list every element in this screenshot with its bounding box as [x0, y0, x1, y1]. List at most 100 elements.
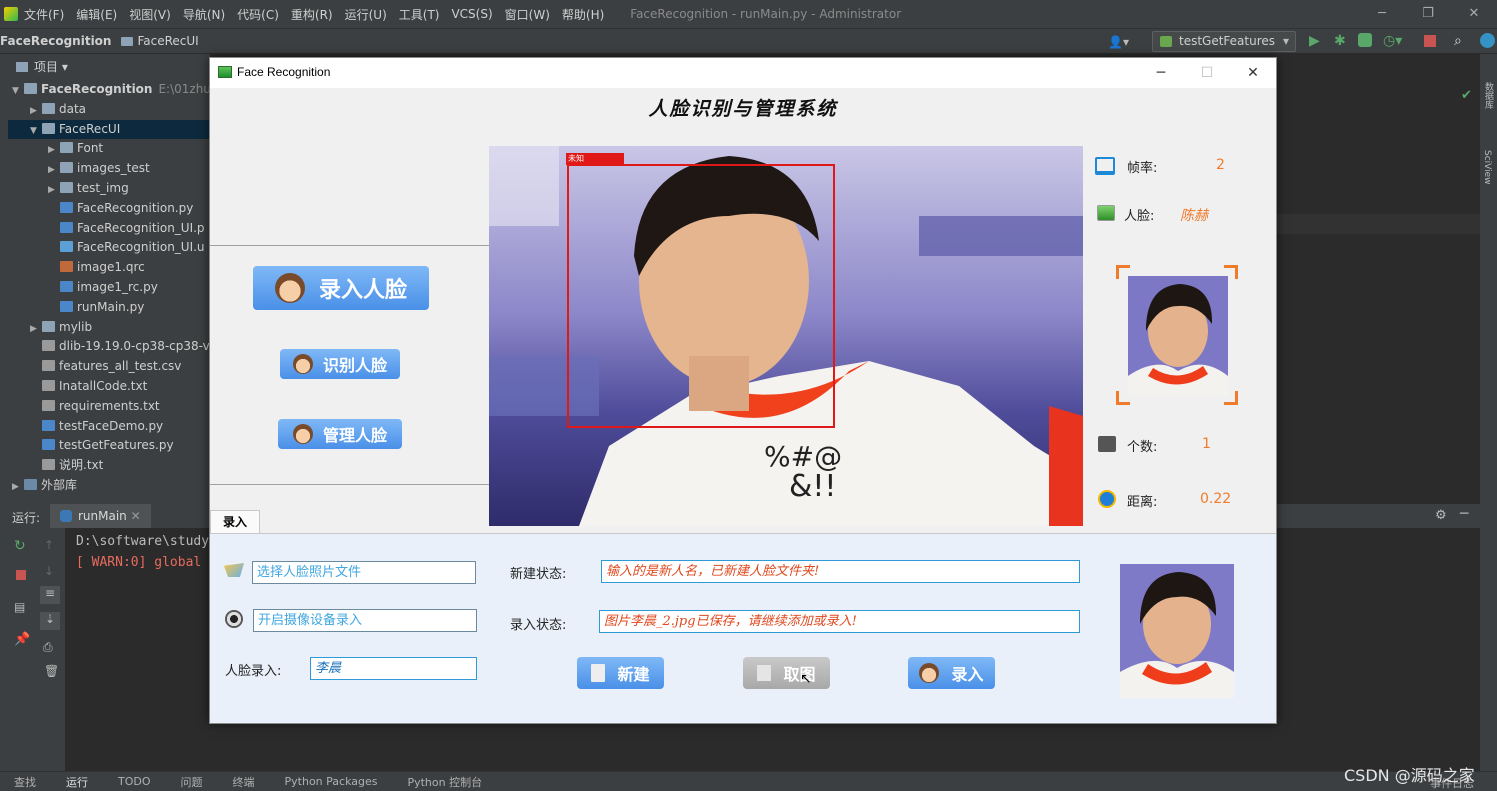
tree-item[interactable]: ▶ mylib [8, 318, 210, 338]
status-todo[interactable]: TODO [118, 775, 151, 788]
close-tab-icon[interactable]: ✕ [131, 509, 141, 523]
minimize-icon[interactable]: ─ [1359, 0, 1405, 28]
app-maximize-icon[interactable]: ☐ [1184, 58, 1230, 88]
run-tab[interactable]: runMain ✕ [50, 504, 151, 528]
tree-item-label: mylib [59, 319, 93, 334]
status-terminal[interactable]: 终端 [233, 774, 255, 790]
soft-wrap-icon[interactable]: ≡ [40, 586, 60, 604]
hide-panel-icon[interactable]: ─ [1460, 506, 1468, 522]
menu-file[interactable]: 文件(F) [24, 6, 64, 23]
menu-refactor[interactable]: 重构(R) [291, 6, 333, 23]
pin-icon[interactable]: 📌 [14, 632, 30, 647]
name-enroll-input[interactable]: 李晨 [310, 657, 477, 680]
menu-code[interactable]: 代码(C) [237, 6, 279, 23]
database-tab[interactable]: 数据库 [1482, 82, 1495, 109]
check-icon: ✔ [1461, 88, 1472, 103]
tree-item[interactable]: ▶ 外部库 [8, 476, 210, 496]
run-config-select[interactable]: testGetFeatures ▾ [1152, 31, 1296, 52]
print-icon[interactable]: ⎙ [43, 640, 53, 655]
fps-label: 帧率: [1127, 161, 1158, 176]
stop-run-icon[interactable] [16, 570, 26, 580]
status-problems[interactable]: 问题 [181, 774, 203, 790]
layout-icon[interactable]: ▤ [14, 600, 25, 614]
tree-item[interactable]: ▶ Font [8, 139, 210, 159]
tree-item[interactable]: 说明.txt [8, 456, 210, 476]
expand-arrow-icon[interactable]: ▶ [12, 478, 24, 498]
distance-icon [1098, 490, 1116, 508]
app-minimize-icon[interactable]: ─ [1138, 58, 1184, 88]
user-icon[interactable]: 👤▾ [1108, 35, 1134, 49]
folder-icon [121, 37, 134, 46]
rerun-icon[interactable]: ↻ [14, 538, 26, 554]
tree-item[interactable]: image1.qrc [8, 258, 210, 278]
tree-item[interactable]: ▼ FaceRecUI [8, 119, 210, 140]
recognize-face-button[interactable]: 识别人脸 [280, 349, 400, 379]
status-run[interactable]: 运行 [66, 774, 88, 790]
open-camera-input[interactable]: 开启摄像设备录入 [253, 609, 477, 632]
tree-item-label: Font [77, 141, 104, 156]
tree-item[interactable]: image1_rc.py [8, 278, 210, 298]
scroll-end-icon[interactable]: ⇣ [40, 612, 60, 630]
tab-enroll[interactable]: 录入 [210, 510, 260, 534]
debug-icon[interactable]: ✱ [1334, 33, 1350, 49]
stop-icon[interactable] [1424, 35, 1436, 47]
restore-icon[interactable]: ❐ [1405, 0, 1451, 28]
tree-item[interactable]: InatallCode.txt [8, 377, 210, 397]
status-python-console[interactable]: Python 控制台 [407, 774, 482, 790]
project-panel-header[interactable]: 项目 ▾ [8, 54, 210, 80]
enroll-button[interactable]: 录入 [908, 657, 995, 689]
tree-item-path: E:\01zhuo [158, 82, 210, 96]
webcam-icon[interactable] [225, 610, 243, 628]
coverage-icon[interactable] [1358, 33, 1372, 47]
tree-item[interactable]: ▶ test_img [8, 179, 210, 199]
menu-window[interactable]: 窗口(W) [505, 6, 550, 23]
face-avatar-icon [274, 273, 305, 303]
up-arrow-icon[interactable]: ↑ [44, 538, 54, 552]
search-icon[interactable]: ⌕ [1454, 33, 1470, 49]
select-photo-input[interactable]: 选择人脸照片文件 [252, 561, 476, 584]
tree-item[interactable]: features_all_test.csv [8, 357, 210, 377]
console-line-2: [ WARN:0] global [76, 555, 202, 570]
menu-help[interactable]: 帮助(H) [562, 6, 604, 23]
trash-icon[interactable]: 🗑 [44, 664, 59, 678]
status-find[interactable]: 查找 [14, 774, 36, 790]
manage-face-button[interactable]: 管理人脸 [278, 419, 402, 449]
editor-area: ✔ [1277, 54, 1480, 504]
tree-item[interactable]: testFaceDemo.py [8, 417, 210, 437]
app-title: Face Recognition [237, 65, 331, 79]
menu-vcs[interactable]: VCS(S) [451, 7, 492, 21]
status-python-packages[interactable]: Python Packages [285, 775, 378, 788]
run-icon[interactable]: ▶ [1309, 33, 1325, 49]
breadcrumb-folder[interactable]: FaceRecUI [121, 34, 199, 48]
run-config-label: testGetFeatures [1179, 34, 1276, 48]
breadcrumb-project[interactable]: FaceRecognition [0, 34, 111, 48]
update-icon[interactable] [1480, 33, 1495, 48]
capture-button[interactable]: 取图 [743, 657, 830, 689]
menu-navigate[interactable]: 导航(N) [183, 6, 225, 23]
profile-icon[interactable]: ◷▾ [1383, 33, 1402, 49]
close-icon[interactable]: ✕ [1451, 0, 1497, 28]
tree-item[interactable]: ▶ data [8, 100, 210, 120]
enroll-face-button[interactable]: 录入人脸 [253, 266, 429, 310]
tree-item[interactable]: ▶ images_test [8, 159, 210, 179]
count-value: 1 [1202, 436, 1211, 452]
enroll-face-label: 录入人脸 [318, 277, 407, 302]
tree-item[interactable]: FaceRecognition_UI.u [8, 238, 210, 258]
menu-tools[interactable]: 工具(T) [399, 6, 440, 23]
sciview-tab[interactable]: SciView [1482, 150, 1492, 185]
menu-run[interactable]: 运行(U) [345, 6, 387, 23]
tree-item[interactable]: ▼FaceRecognitionE:\01zhuo [8, 80, 210, 100]
tree-item[interactable]: requirements.txt [8, 397, 210, 417]
menu-view[interactable]: 视图(V) [129, 6, 171, 23]
down-arrow-icon[interactable]: ↓ [44, 564, 54, 578]
tree-item[interactable]: FaceRecognition.py [8, 199, 210, 219]
app-close-icon[interactable]: ✕ [1230, 58, 1276, 88]
new-button[interactable]: 新建 [577, 657, 664, 689]
tree-item-label: requirements.txt [59, 398, 160, 413]
menu-edit[interactable]: 编辑(E) [76, 6, 117, 23]
tree-item[interactable]: dlib-19.19.0-cp38-cp38-v [8, 337, 210, 357]
gear-icon[interactable]: ⚙ [1435, 508, 1447, 523]
tree-item[interactable]: runMain.py [8, 298, 210, 318]
tree-item[interactable]: FaceRecognition_UI.p [8, 219, 210, 239]
tree-item[interactable]: testGetFeatures.py [8, 436, 210, 456]
